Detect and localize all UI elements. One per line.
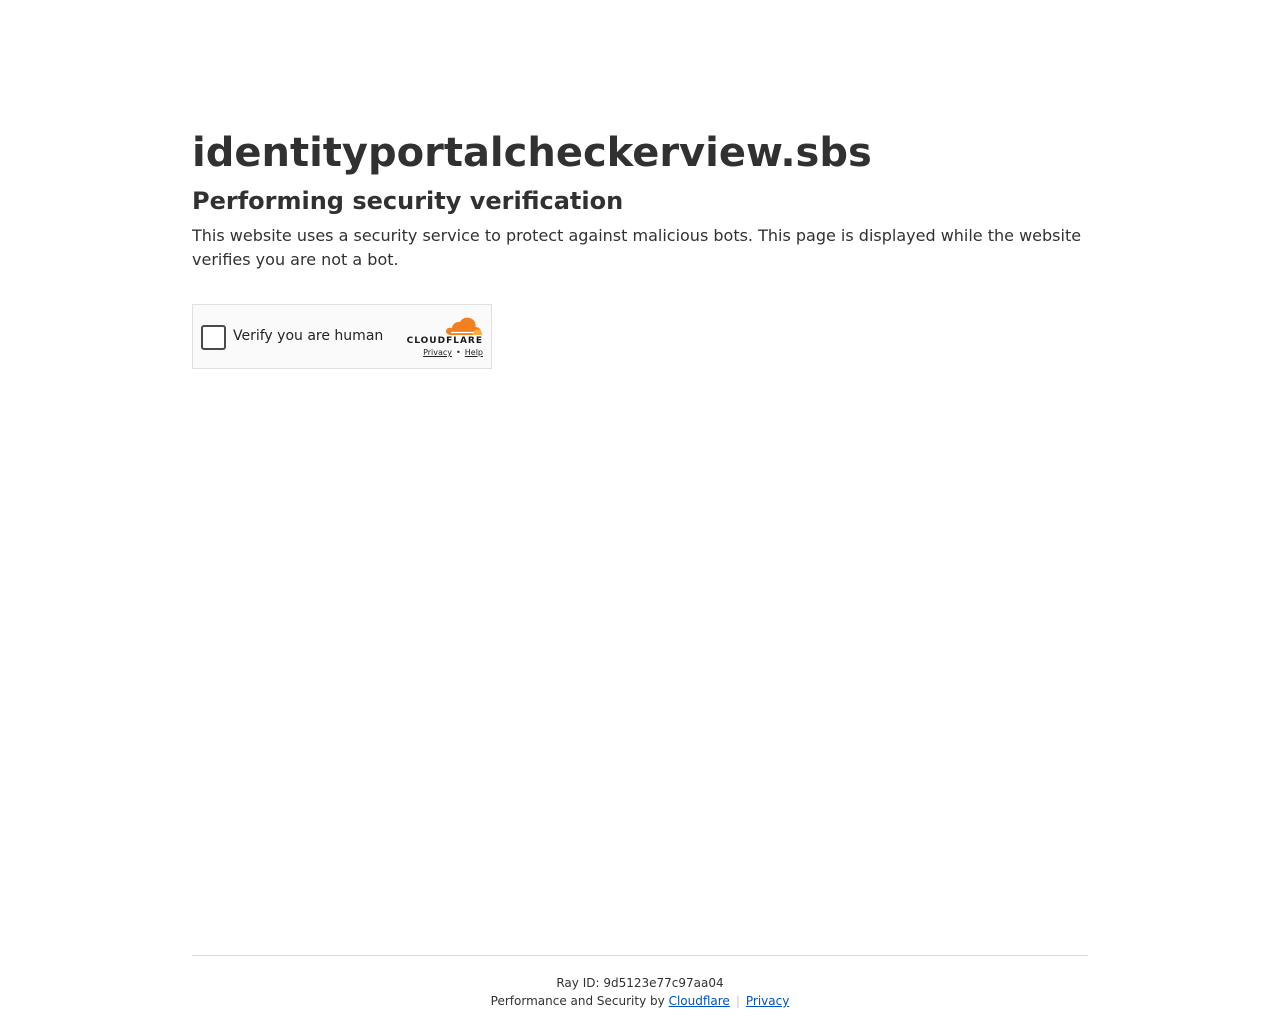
cloudflare-link[interactable]: Cloudflare (669, 994, 730, 1008)
cloudflare-brand: CLOUDFLARE Privacy • Help (403, 315, 483, 359)
cloudflare-wordmark: CLOUDFLARE (406, 336, 483, 346)
ray-id: Ray ID: 9d5123e77c97aa04 (192, 974, 1088, 992)
verify-label[interactable]: Verify you are human (233, 326, 383, 346)
page-title: identityportalcheckerview.sbs (192, 130, 872, 176)
performance-line: Performance and Security by Cloudflare | P… (192, 992, 1088, 1010)
cloudflare-cloud-icon (446, 317, 482, 335)
ray-id-label: Ray ID: (556, 976, 600, 990)
page-subtitle: Performing security verification (192, 187, 624, 215)
widget-help-link[interactable]: Help (465, 348, 483, 357)
page-description: This website uses a security service to … (192, 226, 1082, 269)
widget-links: Privacy • Help (423, 348, 483, 358)
footer: Ray ID: 9d5123e77c97aa04 Performance and… (192, 955, 1088, 1010)
ray-id-value: 9d5123e77c97aa04 (603, 976, 724, 990)
performance-text: Performance and Security by (490, 994, 665, 1008)
footer-privacy-link[interactable]: Privacy (746, 994, 789, 1008)
widget-link-separator: • (456, 348, 461, 357)
turnstile-widget: Verify you are human CLOUDFLARE Privacy •… (192, 304, 492, 369)
footer-divider: | (735, 994, 740, 1008)
main-content: identityportalcheckerview.sbs Performing… (192, 128, 1088, 369)
verify-checkbox[interactable] (201, 325, 226, 350)
widget-privacy-link[interactable]: Privacy (423, 348, 452, 357)
